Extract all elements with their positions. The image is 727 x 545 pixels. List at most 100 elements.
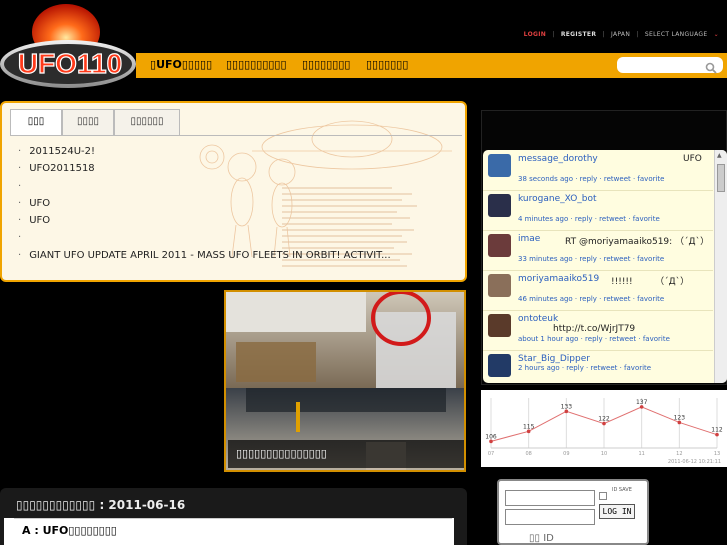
id-field[interactable] <box>505 490 595 506</box>
chart-data-label: 106 <box>485 433 497 440</box>
chart-x-tick: 08 <box>525 451 531 457</box>
tweet: Star_Big_Dipper 2 hours ago · reply · re… <box>483 350 713 383</box>
chart-footer: 2011-06-12 10:21:11 <box>668 459 721 465</box>
caption-box-glyph: ▯▯▯▯▯▯▯▯▯▯▯▯▯▯▯ <box>236 447 327 460</box>
chart-x-tick: 10 <box>601 451 607 457</box>
separator: | <box>552 31 555 38</box>
tab-box-glyph: ▯▯▯ <box>27 116 45 127</box>
tweet-user[interactable]: kurogane_XO_bot <box>518 194 597 204</box>
nav-box-glyph: ▯▯▯▯▯▯▯ <box>366 58 409 71</box>
chart-svg: 106 07 115 08 133 09 122 10 137 11 123 12 112 13 2011-… <box>485 398 723 465</box>
search-icon[interactable] <box>705 59 717 74</box>
date-title: ▯▯▯▯▯▯▯▯▯▯▯▯ : 2011-06-16 <box>16 498 185 512</box>
id-save-checkbox[interactable] <box>599 492 607 500</box>
avatar[interactable] <box>488 154 511 177</box>
separator: | <box>636 31 639 38</box>
id-label: ▯▯ ID <box>529 533 554 544</box>
nav-box-glyph: ▯▯▯▯▯ <box>181 58 213 71</box>
tweet: kurogane_XO_bot 4 minutes ago · reply · … <box>483 190 713 231</box>
tab-box-glyph: ▯▯▯▯ <box>76 116 99 127</box>
register-link[interactable]: REGISTER <box>561 31 596 38</box>
tweet-meta[interactable]: 2 hours ago · reply · retweet · favorite <box>518 364 651 372</box>
chart-data-label: 123 <box>674 414 686 421</box>
heading-box-glyph: ▯▯▯▯▯▯▯▯ <box>68 524 117 537</box>
news-item[interactable]: 2011524U-2! <box>18 143 458 160</box>
nav-item-3[interactable]: ▯▯▯▯▯▯▯▯ <box>302 58 350 71</box>
chevron-down-icon[interactable]: ⌄ <box>714 31 719 38</box>
nav-box-glyph: ▯▯▯▯▯▯▯▯ <box>302 58 351 71</box>
scrollbar[interactable]: ▲ <box>714 150 727 383</box>
tweet-meta[interactable]: 38 seconds ago · reply · retweet · favor… <box>518 175 664 183</box>
photo-caption: ▯▯▯▯▯▯▯▯▯▯▯▯▯▯▯ <box>228 440 464 468</box>
tweet: message_dorothy UFO 38 seconds ago · rep… <box>483 150 713 191</box>
date-title-glyph: ▯▯▯▯▯▯▯▯▯▯▯▯ <box>16 498 96 512</box>
tab-3[interactable]: ▯▯▯▯▯▯ <box>114 109 180 135</box>
tab-1[interactable]: ▯▯▯ <box>10 109 62 135</box>
tab-box-glyph: ▯▯▯▯▯▯ <box>130 116 164 127</box>
news-item[interactable] <box>18 229 458 246</box>
avatar[interactable] <box>488 354 511 377</box>
nav-item-2[interactable]: ▯▯▯▯▯▯▯▯▯▯ <box>226 58 287 71</box>
news-item[interactable]: UFO <box>18 195 458 212</box>
tweet-meta[interactable]: 33 minutes ago · reply · retweet · favor… <box>518 255 664 263</box>
logo-text: UFO110 <box>18 48 122 79</box>
tweet-text[interactable]: http://t.co/WjrJT79 <box>553 324 635 334</box>
avatar[interactable] <box>488 194 511 217</box>
login-button[interactable]: LOG IN <box>599 504 635 519</box>
scroll-up-icon[interactable]: ▲ <box>717 152 722 159</box>
nav-item-ufo[interactable]: ▯UFO▯▯▯▯▯ <box>150 58 212 71</box>
chart-data-label: 115 <box>523 423 535 430</box>
news-list: 2011524U-2! UFO2011518 UFO UFO GIANT UFO… <box>18 143 458 264</box>
login-link[interactable]: LOGIN <box>524 31 546 38</box>
language-select[interactable]: SELECT LANGUAGE <box>645 31 708 38</box>
tweet-meta[interactable]: 4 minutes ago · reply · retweet · favori… <box>518 215 660 223</box>
date-subpanel: A : UFO▯▯▯▯▯▯▯▯ <box>4 518 454 545</box>
news-item[interactable] <box>18 178 458 195</box>
date-section: ▯▯▯▯▯▯▯▯▯▯▯▯ : 2011-06-16 A : UFO▯▯▯▯▯▯▯… <box>0 488 467 545</box>
chart-x-tick: 07 <box>488 451 494 457</box>
scroll-thumb[interactable] <box>717 164 725 192</box>
news-item[interactable]: GIANT UFO UPDATE APRIL 2011 - MASS UFO F… <box>18 247 458 264</box>
chart-x-tick: 12 <box>676 451 682 457</box>
top-links: LOGIN | REGISTER | JAPAN | SELECT LANGUA… <box>520 31 719 38</box>
nav-box-glyph: ▯▯▯▯▯▯▯▯▯▯ <box>226 58 287 71</box>
news-item[interactable]: UFO <box>18 212 458 229</box>
twitter-feed: message_dorothy UFO 38 seconds ago · rep… <box>483 150 727 383</box>
site-logo[interactable]: UFO110 <box>0 0 140 92</box>
nav-item-4[interactable]: ▯▯▯▯▯▯▯ <box>366 58 408 71</box>
avatar[interactable] <box>488 314 511 337</box>
hits-chart: 106 07 115 08 133 09 122 10 137 11 123 12 112 13 2011-… <box>481 390 727 467</box>
featured-photo[interactable]: ▯▯▯▯▯▯▯▯▯▯▯▯▯▯▯ <box>224 290 466 472</box>
tweet-user[interactable]: Star_Big_Dipper <box>518 354 590 364</box>
tweet-text: !!!!!! （´Д`） <box>611 277 690 287</box>
tweet-user[interactable]: ontoteuk <box>518 314 558 324</box>
avatar[interactable] <box>488 274 511 297</box>
password-field[interactable] <box>505 509 595 525</box>
tab-2[interactable]: ▯▯▯▯ <box>62 109 114 135</box>
login-box: ID SAVE LOG IN ▯▯ ID <box>497 479 649 545</box>
nav-item-label: UFO <box>156 58 182 71</box>
tweet-user[interactable]: moriyamaaiko519 <box>518 274 599 284</box>
chart-data-label: 112 <box>711 427 723 434</box>
news-panel: ▯▯▯ ▯▯▯▯ ▯▯▯▯▯▯ 2011524U-2! UFO2011518 U… <box>0 101 467 282</box>
tweet-meta[interactable]: about 1 hour ago · reply · retweet · fav… <box>518 335 670 343</box>
chart-x-tick: 11 <box>638 451 644 457</box>
tweet: moriyamaaiko519 !!!!!! （´Д`） 46 minutes … <box>483 270 713 311</box>
tweet-text: RT @moriyamaaiko519: （´Д`） <box>565 237 710 247</box>
chart-x-tick: 09 <box>563 451 569 457</box>
tweet-user[interactable]: imae <box>518 234 540 244</box>
id-label-glyph: ▯▯ <box>529 533 544 544</box>
divider <box>14 518 452 519</box>
date-title-text: : 2011-06-16 <box>99 498 186 512</box>
article-heading[interactable]: A : UFO▯▯▯▯▯▯▯▯ <box>22 524 117 537</box>
news-item[interactable]: UFO2011518 <box>18 160 458 177</box>
id-save-label: ID SAVE <box>612 487 632 493</box>
tweet-text: UFO <box>683 154 702 164</box>
tweet-user[interactable]: message_dorothy <box>518 154 598 164</box>
avatar[interactable] <box>488 234 511 257</box>
tweet-meta[interactable]: 46 minutes ago · reply · retweet · favor… <box>518 295 664 303</box>
separator: | <box>602 31 605 38</box>
japan-link[interactable]: JAPAN <box>611 31 630 38</box>
tab-divider <box>10 135 462 136</box>
chart-x-tick: 13 <box>714 451 720 457</box>
